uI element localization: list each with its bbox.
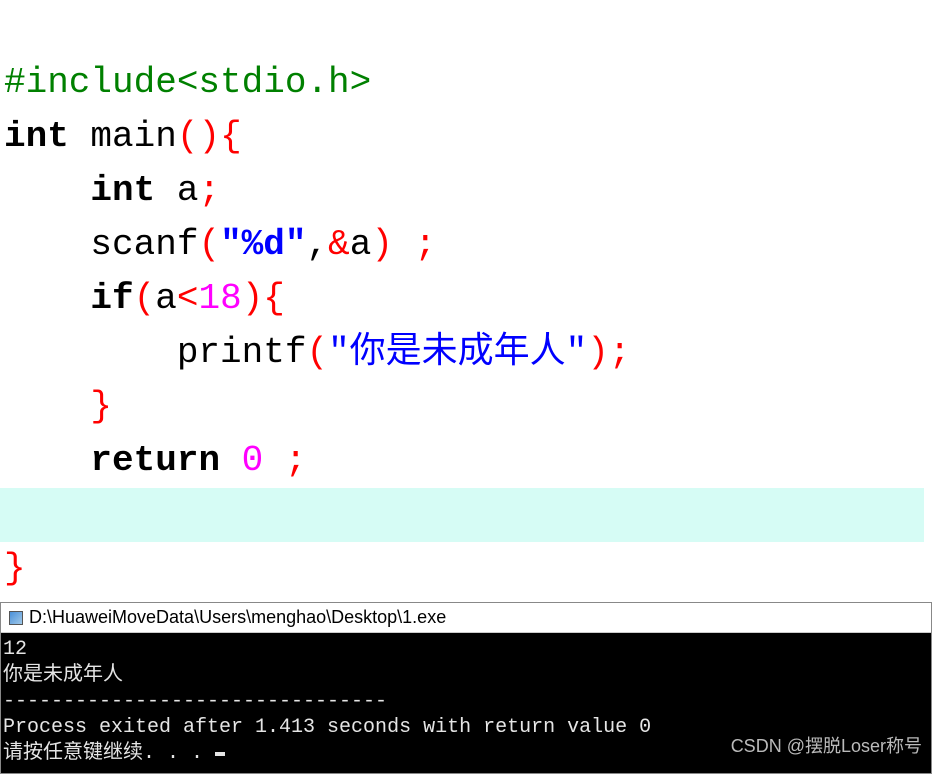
preprocessor-directive: #include<stdio.h>	[4, 62, 371, 103]
code-line-10: }	[4, 548, 26, 589]
watermark-text: CSDN @摆脱Loser称号	[731, 732, 922, 758]
console-exit-line: Process exited after 1.413 seconds with …	[3, 716, 651, 739]
code-line-3: int a;	[4, 170, 220, 211]
code-line-7: }	[4, 386, 112, 427]
code-line-4: scanf("%d",&a) ;	[4, 224, 436, 265]
code-line-2: int main(){	[4, 116, 242, 157]
console-title-bar[interactable]: D:\HuaweiMoveData\Users\menghao\Desktop\…	[1, 603, 931, 633]
console-result-line: 你是未成年人	[3, 664, 123, 687]
console-prompt-line: 请按任意键继续. . .	[3, 742, 215, 765]
code-line-9-current	[0, 488, 924, 542]
console-separator-line: --------------------------------	[3, 690, 387, 713]
console-title-text: D:\HuaweiMoveData\Users\menghao\Desktop\…	[29, 607, 446, 628]
console-app-icon	[9, 611, 23, 625]
code-line-5: if(a<18){	[4, 278, 285, 319]
code-line-6: printf("你是未成年人");	[4, 332, 631, 373]
code-line-1: #include<stdio.h>	[4, 62, 371, 103]
console-input-line: 12	[3, 638, 27, 661]
code-line-8: return 0 ;	[4, 440, 306, 481]
cursor-icon	[215, 752, 225, 756]
code-editor[interactable]: #include<stdio.h> int main(){ int a; sca…	[0, 0, 932, 598]
